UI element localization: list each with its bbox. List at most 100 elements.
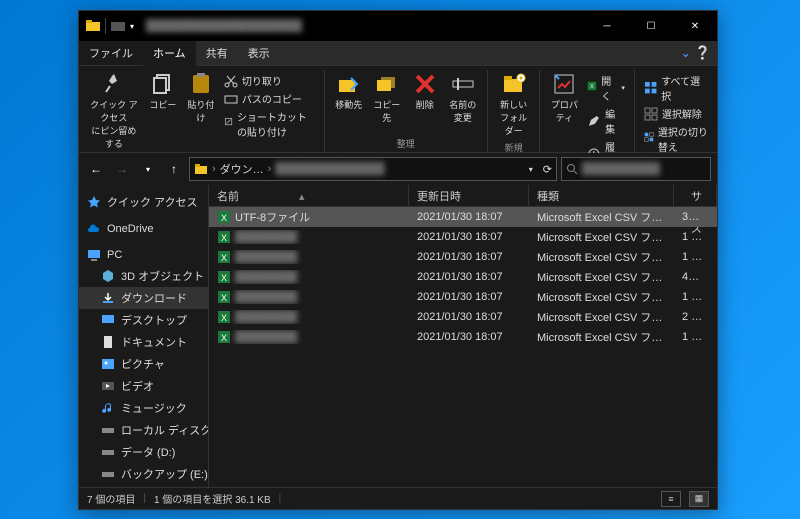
svg-text:X: X — [221, 253, 227, 263]
file-size: 1 KB — [674, 251, 717, 263]
view-icons-button[interactable]: ▦ — [689, 491, 709, 507]
help-icon[interactable]: ⌄ ❔ — [680, 41, 711, 65]
sidebar-item-drive-e[interactable]: バックアップ (E:) — [79, 463, 208, 485]
minimize-button[interactable]: ─ — [585, 11, 629, 41]
menu-share[interactable]: 共有 — [196, 41, 238, 65]
paste-button[interactable]: 貼り付け — [183, 70, 219, 152]
sidebar-item-3dobjects[interactable]: 3D オブジェクト — [79, 265, 208, 287]
file-date: 2021/01/30 18:07 — [409, 211, 529, 223]
pasteshortcut-button[interactable]: ショートカットの貼り付け — [221, 108, 318, 140]
open-item-button[interactable]: X開く▾ — [584, 72, 628, 104]
table-row[interactable]: X████████2021/01/30 18:07Microsoft Excel… — [209, 327, 717, 347]
file-date: 2021/01/30 18:07 — [409, 231, 529, 243]
menu-view[interactable]: 表示 — [238, 41, 280, 65]
file-name: ████████ — [235, 291, 297, 303]
sidebar-item-drive-d[interactable]: データ (D:) — [79, 441, 208, 463]
table-row[interactable]: X████████2021/01/30 18:07Microsoft Excel… — [209, 307, 717, 327]
column-type[interactable]: 種類 — [529, 185, 674, 206]
file-name: ████████ — [235, 311, 297, 323]
file-size: 2 KB — [674, 311, 717, 323]
close-button[interactable]: ✕ — [673, 11, 717, 41]
column-name[interactable]: 名前▴ — [209, 185, 409, 206]
file-rows[interactable]: XUTF-8ファイル2021/01/30 18:07Microsoft Exce… — [209, 207, 717, 487]
sidebar-item-pictures[interactable]: ピクチャ — [79, 353, 208, 375]
svg-text:X: X — [221, 233, 227, 243]
svg-text:X: X — [221, 333, 227, 343]
titlebar[interactable]: ▾ ████████████████████ ─ ☐ ✕ — [79, 11, 717, 41]
svg-text:X: X — [221, 273, 227, 283]
cloud-icon — [87, 222, 101, 236]
open-icon: X — [587, 81, 597, 95]
excel-icon: X — [217, 230, 231, 244]
file-date: 2021/01/30 18:07 — [409, 291, 529, 303]
file-date: 2021/01/30 18:07 — [409, 271, 529, 283]
desktop-icon — [101, 313, 115, 327]
up-button[interactable]: ↑ — [163, 158, 185, 180]
sidebar-item-quickaccess[interactable]: クイック アクセス — [79, 191, 208, 213]
file-type: Microsoft Excel CSV ファイル — [529, 209, 674, 225]
divider-icon — [105, 18, 106, 34]
search-input[interactable]: ██████████ — [561, 157, 711, 181]
delete-button[interactable]: 削除 — [407, 70, 443, 135]
file-type: Microsoft Excel CSV ファイル — [529, 289, 674, 305]
invert-button[interactable]: 選択の切り替え — [641, 123, 711, 155]
copypath-button[interactable]: パスのコピー — [221, 90, 318, 107]
address-dropdown[interactable]: ▾ — [529, 165, 533, 174]
excel-icon: X — [217, 270, 231, 284]
pin-quickaccess-button[interactable]: クイック アクセスにピン留めする — [85, 70, 143, 152]
drive-icon — [101, 423, 115, 437]
delete-icon — [413, 72, 437, 96]
ribbon: クイック アクセスにピン留めする コピー 貼り付け 切り取り パスのコピー ショ… — [79, 65, 717, 153]
ribbon-label-organize: 整理 — [331, 135, 481, 152]
column-size[interactable]: サイズ — [674, 185, 717, 206]
ribbon-group-select: すべて選択 選択解除 選択の切り替え 選択 — [635, 70, 717, 152]
forward-button[interactable]: → — [111, 158, 133, 180]
sidebar-item-videos[interactable]: ビデオ — [79, 375, 208, 397]
menu-file[interactable]: ファイル — [79, 41, 143, 65]
moveto-icon — [337, 72, 361, 96]
selectall-icon — [644, 81, 657, 95]
view-details-button[interactable]: ≡ — [661, 491, 681, 507]
refresh-button[interactable]: ⟳ — [543, 163, 552, 176]
table-row[interactable]: X████████2021/01/30 18:07Microsoft Excel… — [209, 247, 717, 267]
copyto-button[interactable]: コピー先 — [369, 70, 405, 135]
sidebar-item-downloads[interactable]: ダウンロード — [79, 287, 208, 309]
edit-button[interactable]: 編集 — [584, 105, 628, 137]
download-icon — [101, 291, 115, 305]
table-row[interactable]: X████████2021/01/30 18:07Microsoft Excel… — [209, 267, 717, 287]
qa-folder-icon — [110, 18, 126, 34]
back-button[interactable]: ← — [85, 158, 107, 180]
copy-button[interactable]: コピー — [145, 70, 181, 152]
svg-text:X: X — [221, 213, 227, 223]
selectnone-button[interactable]: 選択解除 — [641, 105, 711, 122]
column-date[interactable]: 更新日時 — [409, 185, 529, 206]
cut-button[interactable]: 切り取り — [221, 72, 318, 89]
sidebar-item-music[interactable]: ミュージック — [79, 397, 208, 419]
menu-home[interactable]: ホーム — [143, 41, 196, 66]
sidebar-item-drive-c[interactable]: ローカル ディスク (C:) — [79, 419, 208, 441]
qa-dropdown[interactable]: ▾ — [130, 22, 134, 31]
table-row[interactable]: X ████████ 2021/01/30 18:07Microsoft Excel… — [209, 227, 717, 247]
address-input[interactable]: › ダウン… › ██████████████ ▾ ⟳ — [189, 157, 557, 181]
file-name: ████████ — [235, 231, 297, 243]
maximize-button[interactable]: ☐ — [629, 11, 673, 41]
selectnone-icon — [644, 107, 658, 121]
moveto-button[interactable]: 移動先 — [331, 70, 367, 135]
pictures-icon — [101, 357, 115, 371]
file-name: ████████ — [235, 271, 297, 283]
ribbon-group-open: プロパティ X開く▾ 編集 履歴 開く — [540, 70, 635, 152]
breadcrumb[interactable]: ダウン… — [220, 161, 264, 177]
file-type: Microsoft Excel CSV ファイル — [529, 229, 674, 245]
sidebar-item-pc[interactable]: PC — [79, 245, 208, 265]
file-name: ████████ — [235, 251, 297, 263]
rename-button[interactable]: 名前の変更 — [445, 70, 481, 135]
sidebar-item-documents[interactable]: ドキュメント — [79, 331, 208, 353]
selectall-button[interactable]: すべて選択 — [641, 72, 711, 104]
sidebar-item-desktop[interactable]: デスクトップ — [79, 309, 208, 331]
table-row[interactable]: XUTF-8ファイル2021/01/30 18:07Microsoft Exce… — [209, 207, 717, 227]
excel-icon: X — [217, 310, 231, 324]
recent-dropdown[interactable]: ▾ — [137, 158, 159, 180]
newfolder-button[interactable]: ✦ 新しいフォルダー — [494, 70, 534, 139]
sidebar-item-onedrive[interactable]: OneDrive — [79, 219, 208, 239]
table-row[interactable]: X████████2021/01/30 18:07Microsoft Excel… — [209, 287, 717, 307]
